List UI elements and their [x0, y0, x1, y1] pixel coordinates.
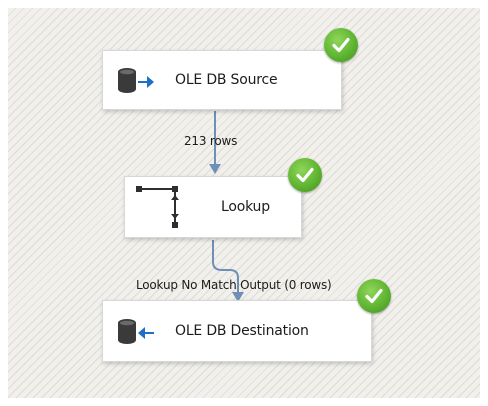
- component-label: OLE DB Source: [175, 72, 278, 88]
- component-label: Lookup: [221, 199, 270, 215]
- component-label: OLE DB Destination: [175, 323, 309, 339]
- component-lookup[interactable]: Lookup: [124, 176, 302, 238]
- success-check-icon: [357, 279, 391, 313]
- path-label-no-match-output: Lookup No Match Output (0 rows): [136, 278, 332, 292]
- database-input-icon: [117, 318, 155, 350]
- path-label-row-count: 213 rows: [184, 134, 238, 148]
- success-check-icon: [288, 158, 322, 192]
- component-ole-db-destination[interactable]: OLE DB Destination: [102, 300, 372, 362]
- success-check-icon: [324, 28, 358, 62]
- database-output-icon: [117, 67, 155, 99]
- component-ole-db-source[interactable]: OLE DB Source: [102, 50, 342, 110]
- lookup-icon: [134, 184, 182, 236]
- path-lookup-to-destination[interactable]: [212, 240, 244, 302]
- data-flow-canvas[interactable]: 213 rows Lookup No Match Output (0 rows)…: [8, 8, 480, 398]
